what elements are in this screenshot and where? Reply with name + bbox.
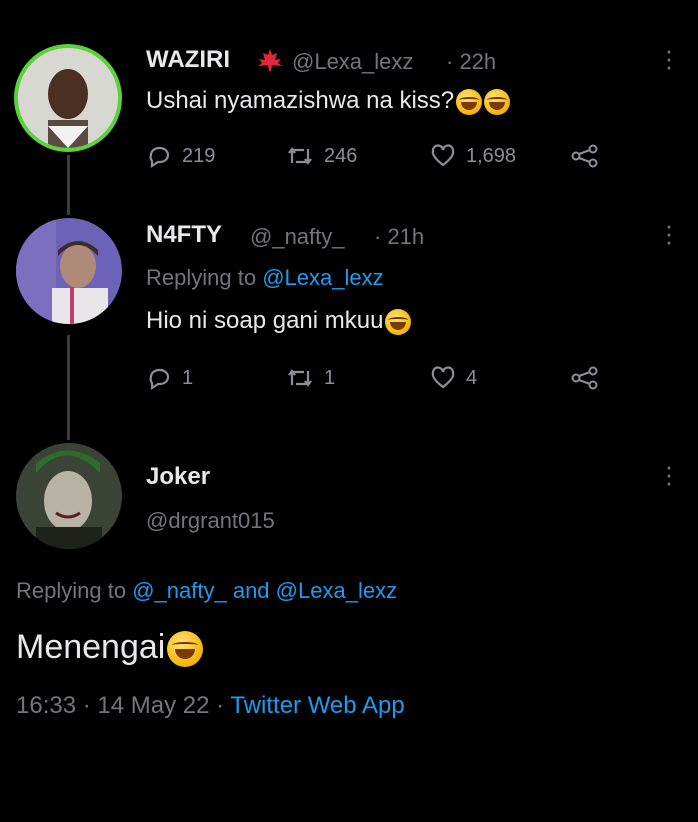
reply-count: 1 bbox=[182, 366, 194, 389]
reply-button[interactable]: 1 bbox=[146, 365, 193, 391]
replying-to-label: Replying to bbox=[16, 578, 127, 603]
like-button[interactable]: 4 bbox=[430, 365, 477, 391]
avatar[interactable] bbox=[16, 218, 122, 324]
tweet-text-content: Hio ni soap gani mkuu bbox=[146, 307, 384, 334]
tweet-text: Hio ni soap gani mkuu bbox=[146, 307, 412, 335]
more-vertical-icon[interactable]: · · · bbox=[664, 37, 674, 79]
reply-icon bbox=[149, 146, 170, 169]
author-handle[interactable]: @_nafty_ bbox=[250, 224, 345, 250]
tweet-timestamp: 16:33 · 14 May 22 · Twitter Web App bbox=[16, 692, 405, 720]
mention-link[interactable]: @_nafty_ bbox=[132, 578, 227, 603]
more-vertical-icon[interactable]: · · · bbox=[664, 212, 674, 254]
reply-count: 219 bbox=[182, 144, 216, 167]
tweet-text-content: Menengai bbox=[16, 628, 166, 666]
replying-to-label: Replying to bbox=[146, 265, 257, 290]
tweet-time[interactable]: · 21h bbox=[374, 224, 424, 250]
thread-line bbox=[67, 155, 70, 215]
retweet-count: 246 bbox=[324, 144, 358, 167]
avatar-photo bbox=[18, 48, 118, 148]
thread-line bbox=[67, 335, 70, 440]
avatar-photo bbox=[16, 443, 122, 549]
tears-of-joy-emoji bbox=[167, 631, 204, 668]
like-count: 1,698 bbox=[466, 144, 517, 167]
mention-link[interactable]: @Lexa_lexz bbox=[262, 265, 383, 290]
tears-of-joy-emoji bbox=[456, 88, 483, 115]
author-handle[interactable]: @Lexa_lexz bbox=[292, 49, 413, 75]
heart-icon bbox=[431, 144, 455, 167]
reply-icon bbox=[149, 368, 170, 391]
tears-of-joy-emoji bbox=[484, 88, 511, 115]
author-name[interactable]: Joker bbox=[146, 463, 210, 491]
timestamp-text: 16:33 · 14 May 22 · bbox=[16, 692, 225, 719]
share-icon bbox=[571, 144, 598, 168]
tweet-text: Menengai bbox=[16, 628, 204, 668]
more-vertical-icon[interactable]: · · · bbox=[664, 453, 674, 495]
mention-conjunction: and bbox=[232, 578, 270, 603]
maple-leaf-flag-icon bbox=[256, 48, 284, 77]
reply-button[interactable]: 219 bbox=[146, 143, 215, 169]
replying-to: Replying to @_nafty_ and @Lexa_lexz bbox=[16, 578, 397, 604]
like-button[interactable]: 1,698 bbox=[430, 143, 516, 169]
share-button[interactable] bbox=[570, 143, 600, 169]
replying-to: Replying to @Lexa_lexz bbox=[146, 265, 384, 291]
heart-icon bbox=[431, 366, 455, 389]
author-name[interactable]: N4FTY bbox=[146, 221, 222, 249]
retweet-button[interactable]: 246 bbox=[286, 143, 357, 169]
share-icon bbox=[571, 366, 598, 390]
author-handle[interactable]: @drgrant015 bbox=[146, 508, 275, 534]
source-link[interactable]: Twitter Web App bbox=[230, 692, 404, 719]
avatar[interactable] bbox=[14, 44, 122, 152]
tears-of-joy-emoji bbox=[385, 308, 412, 335]
mention-link[interactable]: @Lexa_lexz bbox=[276, 578, 397, 603]
retweet-count: 1 bbox=[324, 366, 336, 389]
like-count: 4 bbox=[466, 366, 478, 389]
avatar-photo bbox=[16, 218, 122, 324]
retweet-icon bbox=[288, 147, 312, 165]
tweet-time[interactable]: · 22h bbox=[446, 49, 496, 75]
avatar[interactable] bbox=[16, 443, 122, 549]
share-button[interactable] bbox=[570, 365, 600, 391]
author-name[interactable]: WAZIRI bbox=[146, 46, 230, 74]
tweet-text-content: Ushai nyamazishwa na kiss? bbox=[146, 87, 455, 114]
retweet-icon bbox=[288, 369, 312, 387]
retweet-button[interactable]: 1 bbox=[286, 365, 335, 391]
tweet-text: Ushai nyamazishwa na kiss? bbox=[146, 87, 511, 115]
